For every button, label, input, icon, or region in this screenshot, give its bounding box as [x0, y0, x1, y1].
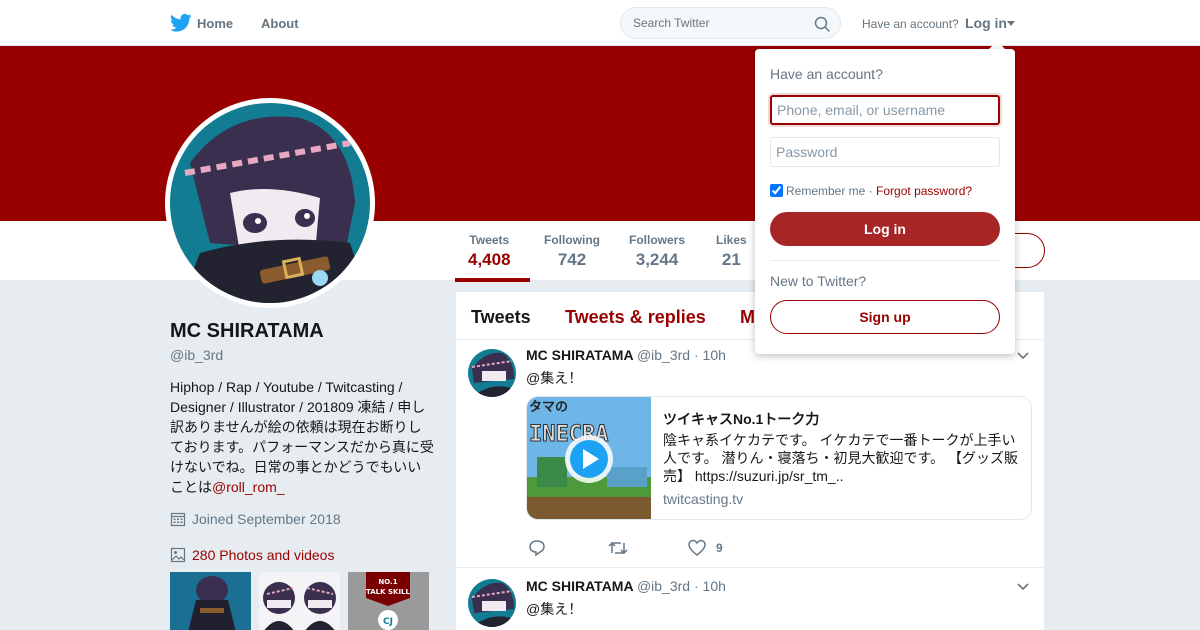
photos-text[interactable]: 280 Photos and videos — [192, 547, 334, 563]
tweet-header: MC SHIRATAMA @ib_3rd · 10h — [526, 347, 726, 363]
stat-value: 3,244 — [635, 250, 679, 269]
tweet-author-handle[interactable]: @ib_3rd — [637, 578, 690, 594]
avatar-illustration — [170, 103, 370, 303]
card-domain: twitcasting.tv — [663, 491, 744, 507]
chevron-down-icon[interactable] — [1007, 21, 1015, 26]
thumb-text-no1: NO.1 — [378, 578, 397, 586]
thumb-logo-text: CJ — [383, 617, 393, 627]
active-tab-underline — [455, 278, 530, 282]
card-image: タマの INECRA — [527, 397, 651, 519]
profile-avatar[interactable] — [165, 98, 375, 308]
tweet-author-handle[interactable]: @ib_3rd — [637, 347, 690, 363]
stat-label: Tweets — [469, 233, 510, 247]
tweet-timestamp[interactable]: 10h — [703, 578, 726, 594]
have-account-text: Have an account? — [862, 17, 959, 31]
tweet-author-name[interactable]: MC SHIRATAMA — [526, 347, 633, 363]
remember-me-row: Remember me · Forgot password? — [770, 184, 972, 198]
retweet-icon[interactable] — [608, 539, 628, 557]
stat-value: 742 — [557, 250, 587, 269]
profile-handle[interactable]: @ib_3rd — [170, 347, 223, 363]
tab-tweets-replies[interactable]: Tweets & replies — [565, 307, 706, 328]
forgot-password-link[interactable]: Forgot password? — [876, 184, 972, 198]
tweet-dot: · — [693, 347, 699, 363]
password-field[interactable] — [770, 137, 1000, 167]
card-description: 陰キャ系イケカテです。 イケカテで一番トークが上手い人です。 潜りん・寝落ち・初… — [663, 432, 1018, 484]
tweet-text: @集え！ — [526, 370, 583, 386]
tweet-text: @集え！ — [526, 601, 583, 617]
stat-likes[interactable]: Likes 21 — [716, 233, 747, 270]
remember-me-label[interactable]: Remember me — [786, 184, 865, 198]
bio-mention-link[interactable]: @roll_rom_ — [212, 479, 285, 495]
tweet-dot: · — [693, 578, 699, 594]
signup-button[interactable]: Sign up — [770, 300, 1000, 334]
tweet[interactable]: MC SHIRATAMA @ib_3rd · 10h @集え！ タマの INEC… — [456, 340, 1044, 568]
twitter-bird-icon[interactable] — [170, 13, 192, 33]
stat-followers[interactable]: Followers 3,244 — [629, 233, 685, 270]
stat-label: Following — [544, 233, 600, 247]
profile-name[interactable]: MC SHIRATAMA — [170, 320, 324, 343]
card-title: ツイキャスNo.1トーク力 — [663, 411, 820, 427]
stat-value: 4,408 — [468, 250, 511, 269]
tab-media[interactable]: M — [740, 307, 755, 328]
stat-following[interactable]: Following 742 — [544, 233, 600, 270]
new-to-twitter-text: New to Twitter? — [770, 273, 867, 289]
nav-home-link[interactable]: Home — [197, 16, 233, 31]
card-image-text-1: タマの — [529, 400, 568, 415]
thumb-text-talk-skill: TALK SKILL — [366, 588, 411, 596]
login-dropdown-toggle[interactable]: Log in — [965, 15, 1007, 31]
profile-bio-text: Hiphop / Rap / Youtube / Twitcasting / D… — [170, 379, 434, 495]
search-box — [620, 7, 841, 39]
tab-tweets[interactable]: Tweets — [471, 307, 531, 328]
calendar-icon — [170, 512, 186, 527]
chevron-down-icon[interactable] — [1017, 352, 1029, 360]
image-icon — [170, 547, 186, 563]
photo-thumbnail[interactable] — [259, 572, 340, 630]
tweet-header: MC SHIRATAMA @ib_3rd · 10h — [526, 578, 726, 594]
tweet-avatar[interactable] — [468, 349, 516, 397]
profile-bio: Hiphop / Rap / Youtube / Twitcasting / D… — [170, 377, 435, 497]
stat-label: Followers — [629, 233, 686, 247]
like-count[interactable]: 9 — [716, 541, 723, 555]
chevron-down-icon[interactable] — [1017, 583, 1029, 591]
stat-value: 21 — [721, 250, 741, 269]
stat-tweets[interactable]: Tweets 4,408 — [468, 233, 511, 270]
username-field[interactable] — [770, 95, 1000, 125]
top-navigation: Home About Have an account? Log in — [0, 0, 1200, 46]
search-icon[interactable] — [814, 16, 830, 32]
nav-about-link[interactable]: About — [261, 16, 299, 31]
dropdown-divider — [770, 260, 1000, 261]
tweet[interactable]: MC SHIRATAMA @ib_3rd · 10h @集え！ — [456, 569, 1044, 630]
tweet-avatar[interactable] — [468, 579, 516, 627]
search-input[interactable] — [633, 16, 813, 30]
remember-me-checkbox[interactable] — [770, 184, 783, 197]
reply-icon[interactable] — [528, 539, 546, 557]
photo-thumbnail[interactable] — [170, 572, 251, 630]
login-button[interactable]: Log in — [770, 212, 1000, 246]
joined-text: Joined September 2018 — [192, 511, 341, 527]
separator-dot: · — [868, 184, 873, 198]
photo-thumbnails: NO.1 TALK SKILL CJ — [170, 572, 430, 630]
tweet-timestamp[interactable]: 10h — [703, 347, 726, 363]
login-dropdown: Have an account? Remember me · Forgot pa… — [755, 49, 1015, 354]
dropdown-title: Have an account? — [770, 66, 883, 82]
tweet-author-name[interactable]: MC SHIRATAMA — [526, 578, 633, 594]
photo-thumbnail[interactable]: NO.1 TALK SKILL CJ — [348, 572, 429, 630]
stat-label: Likes — [716, 233, 747, 247]
heart-icon[interactable] — [688, 539, 706, 557]
link-card[interactable]: タマの INECRA ツイキャスNo.1トーク力 陰キャ系イケカテです。 イケカ… — [526, 396, 1032, 520]
